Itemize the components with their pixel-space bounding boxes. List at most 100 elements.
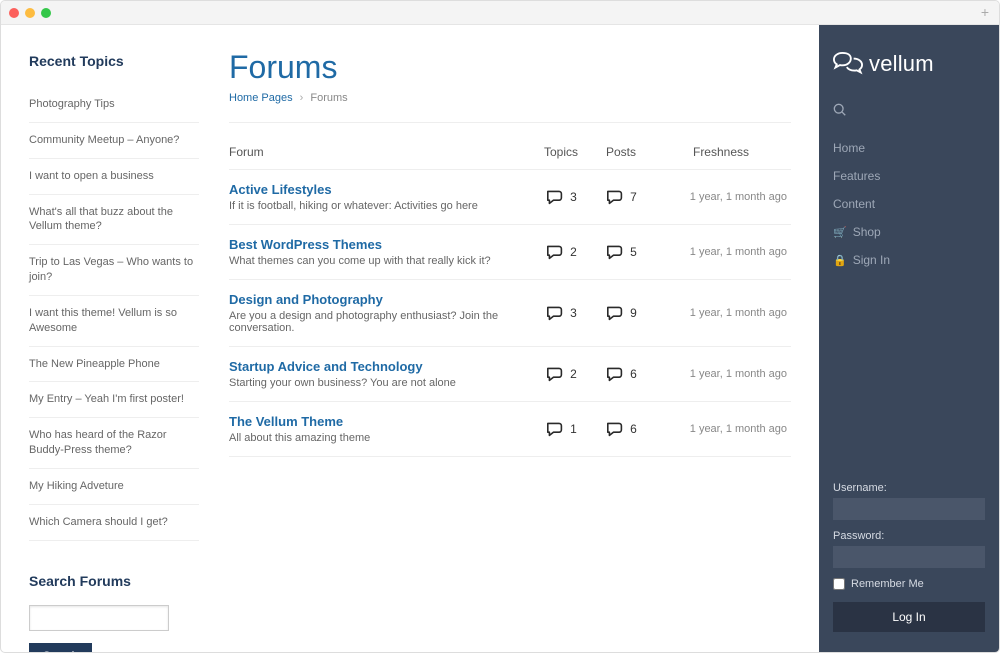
freshness-cell: 1 year, 1 month ago — [651, 246, 791, 258]
posts-cell: 9 — [591, 305, 651, 321]
forum-link[interactable]: Active Lifestyles — [229, 182, 332, 197]
recent-topic-item[interactable]: Who has heard of the Razor Buddy-Press t… — [29, 418, 199, 469]
window-minimize-dot[interactable] — [25, 8, 35, 18]
speech-bubble-icon — [605, 305, 625, 321]
speech-bubble-icon — [545, 366, 565, 382]
speech-bubble-icon — [545, 421, 565, 437]
topics-count: 2 — [570, 367, 577, 381]
recent-topic-item[interactable]: My Entry – Yeah I'm first poster! — [29, 382, 199, 418]
nav-list: HomeFeaturesContent🛒Shop🔒Sign In — [833, 134, 985, 274]
brand[interactable]: vellum — [833, 51, 985, 77]
username-label: Username: — [833, 482, 985, 494]
speech-bubble-icon — [605, 189, 625, 205]
nav-item[interactable]: Home — [833, 134, 985, 162]
topics-count: 2 — [570, 245, 577, 259]
posts-cell: 6 — [591, 421, 651, 437]
remember-me-label: Remember Me — [851, 578, 924, 590]
search-button[interactable]: Search — [29, 643, 92, 653]
recent-topic-item[interactable]: Community Meetup – Anyone? — [29, 123, 199, 159]
forum-link[interactable]: Design and Photography — [229, 292, 383, 307]
recent-topic-item[interactable]: My Hiking Adveture — [29, 469, 199, 505]
forum-description: Starting your own business? You are not … — [229, 377, 531, 389]
forum-row: Best WordPress ThemesWhat themes can you… — [229, 225, 791, 280]
freshness-cell: 1 year, 1 month ago — [651, 307, 791, 319]
forum-description: If it is football, hiking or whatever: A… — [229, 200, 531, 212]
recent-topics-heading: Recent Topics — [29, 53, 199, 69]
topics-cell: 2 — [531, 244, 591, 260]
chat-bubbles-icon — [833, 51, 863, 77]
forum-name-cell: Design and PhotographyAre you a design a… — [229, 292, 531, 334]
browser-frame: + Recent Topics Photography TipsCommunit… — [0, 0, 1000, 653]
recent-topic-item[interactable]: Photography Tips — [29, 87, 199, 123]
new-tab-icon[interactable]: + — [977, 4, 993, 20]
breadcrumb-home-link[interactable]: Home Pages — [229, 92, 293, 104]
nav-item[interactable]: 🛒Shop — [833, 218, 985, 246]
recent-topic-item[interactable]: Which Camera should I get? — [29, 505, 199, 541]
recent-topic-item[interactable]: Trip to Las Vegas – Who wants to join? — [29, 245, 199, 296]
col-topics: Topics — [531, 145, 591, 159]
forum-row: The Vellum Theme All about this amazing t… — [229, 402, 791, 457]
forum-name-cell: Active Lifestyles If it is football, hiki… — [229, 182, 531, 212]
posts-cell: 7 — [591, 189, 651, 205]
speech-bubble-icon — [605, 244, 625, 260]
forum-link[interactable]: Best WordPress Themes — [229, 237, 382, 252]
speech-bubble-icon — [545, 305, 565, 321]
search-forums-input[interactable] — [29, 605, 169, 631]
topics-cell: 3 — [531, 189, 591, 205]
brand-name: vellum — [869, 51, 934, 77]
posts-count: 6 — [630, 367, 637, 381]
col-forum: Forum — [229, 145, 531, 159]
recent-topic-item[interactable]: I want this theme! Vellum is so Awesome — [29, 296, 199, 347]
password-input[interactable] — [833, 546, 985, 568]
recent-topic-item[interactable]: The New Pineapple Phone — [29, 347, 199, 383]
search-forums-heading: Search Forums — [29, 573, 199, 589]
forum-description: All about this amazing theme — [229, 432, 531, 444]
forum-link[interactable]: The Vellum Theme — [229, 414, 343, 429]
recent-topic-item[interactable]: I want to open a business — [29, 159, 199, 195]
posts-cell: 6 — [591, 366, 651, 382]
col-posts: Posts — [591, 145, 651, 159]
speech-bubble-icon — [605, 421, 625, 437]
forum-name-cell: Best WordPress ThemesWhat themes can you… — [229, 237, 531, 267]
speech-bubble-icon — [545, 244, 565, 260]
password-label: Password: — [833, 530, 985, 542]
page-title: Forums — [229, 49, 791, 86]
recent-topic-item[interactable]: What's all that buzz about the Vellum th… — [29, 195, 199, 246]
left-sidebar: Recent Topics Photography TipsCommunity … — [1, 25, 211, 652]
topics-count: 3 — [570, 190, 577, 204]
remember-me[interactable]: Remember Me — [833, 578, 985, 590]
topics-cell: 1 — [531, 421, 591, 437]
nav-item[interactable]: 🔒Sign In — [833, 246, 985, 274]
window-zoom-dot[interactable] — [41, 8, 51, 18]
browser-titlebar: + — [1, 1, 999, 25]
nav-item[interactable]: Content — [833, 190, 985, 218]
app-layout: Recent Topics Photography TipsCommunity … — [1, 25, 999, 652]
chevron-right-icon: › — [300, 92, 304, 104]
forum-row: Startup Advice and Technology Starting yo… — [229, 347, 791, 402]
main-content: Forums Home Pages › Forums Forum Topics … — [211, 25, 819, 652]
forum-table: Forum Topics Posts Freshness Active Life… — [229, 145, 791, 457]
topics-count: 3 — [570, 306, 577, 320]
posts-count: 6 — [630, 422, 637, 436]
freshness-cell: 1 year, 1 month ago — [651, 368, 791, 380]
forum-row: Active Lifestyles If it is football, hiki… — [229, 170, 791, 225]
search-icon[interactable] — [833, 103, 985, 120]
nav-item-icon: 🔒 — [833, 255, 847, 267]
posts-count: 7 — [630, 190, 637, 204]
topics-cell: 2 — [531, 366, 591, 382]
posts-cell: 5 — [591, 244, 651, 260]
username-input[interactable] — [833, 498, 985, 520]
nav-item[interactable]: Features — [833, 162, 985, 190]
breadcrumb: Home Pages › Forums — [229, 92, 791, 123]
forum-name-cell: The Vellum Theme All about this amazing t… — [229, 414, 531, 444]
window-close-dot[interactable] — [9, 8, 19, 18]
posts-count: 9 — [630, 306, 637, 320]
forum-link[interactable]: Startup Advice and Technology — [229, 359, 423, 374]
topics-count: 1 — [570, 422, 577, 436]
remember-me-checkbox[interactable] — [833, 578, 845, 590]
nav-item-icon: 🛒 — [833, 227, 847, 239]
login-button[interactable]: Log In — [833, 602, 985, 632]
forum-row: Design and PhotographyAre you a design a… — [229, 280, 791, 347]
freshness-cell: 1 year, 1 month ago — [651, 191, 791, 203]
recent-topics-list: Photography TipsCommunity Meetup – Anyon… — [29, 87, 199, 541]
